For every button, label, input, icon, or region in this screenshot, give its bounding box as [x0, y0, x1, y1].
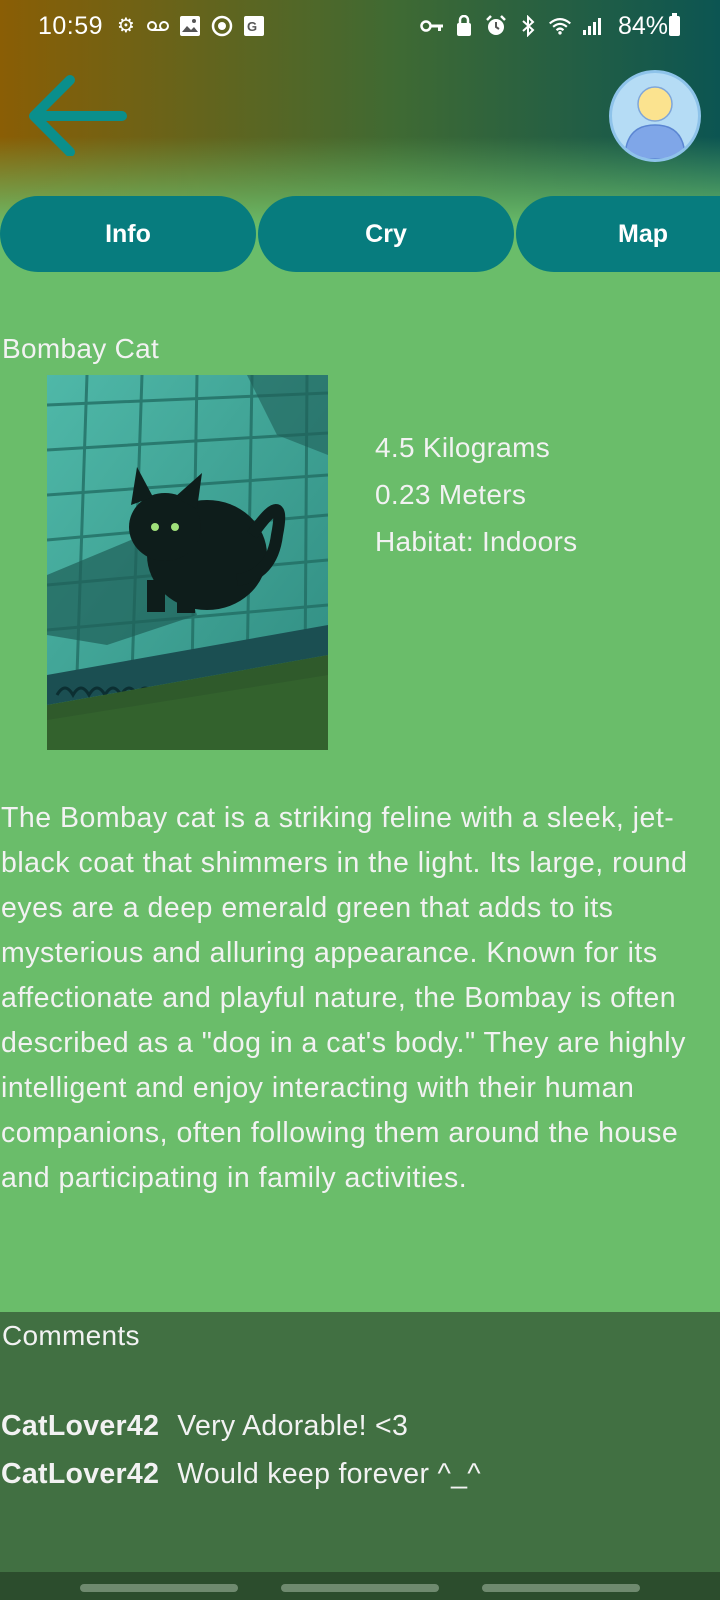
status-time: 10:59 [38, 12, 104, 40]
user-avatar-icon [624, 86, 686, 159]
vpn-key-icon [420, 14, 444, 38]
lock-icon [452, 14, 476, 38]
back-button[interactable] [24, 72, 128, 157]
arrow-left-icon [29, 75, 127, 157]
settings-icon: ⚙ [117, 15, 135, 37]
animal-weight: 4.5 Kilograms [375, 432, 551, 463]
wifi-icon [548, 14, 572, 38]
nav-gesture-handle[interactable] [482, 1584, 640, 1592]
user-avatar-button[interactable] [609, 70, 701, 162]
status-right-icons [420, 14, 604, 38]
animal-photo [47, 375, 328, 750]
app-icon [210, 14, 234, 38]
battery-percentage: 84% [617, 12, 668, 40]
navigation-bar [0, 1572, 720, 1600]
svg-text:G: G [247, 19, 257, 34]
animal-height: 0.23 Meters [375, 479, 527, 510]
comment-username[interactable]: CatLover42 [1, 1458, 159, 1490]
status-left-icons: ⚙ G [114, 14, 266, 38]
tab-info[interactable]: Info [0, 196, 256, 272]
animal-description: The Bombay cat is a striking feline with… [1, 802, 688, 1194]
comment-item: CatLover42 Very Adorable! <3 [1, 1410, 408, 1443]
voicemail-icon [146, 14, 170, 38]
nav-gesture-handle[interactable] [281, 1584, 439, 1592]
signal-icon [580, 14, 604, 38]
translate-icon: G [242, 14, 266, 38]
tab-cry[interactable]: Cry [258, 196, 514, 272]
comment-text: Very Adorable! <3 [177, 1410, 409, 1442]
animal-name: Bombay Cat [2, 333, 160, 364]
animal-habitat: Habitat: Indoors [375, 526, 578, 557]
status-bar: 10:59 ⚙ G 84% [0, 0, 720, 54]
animal-stats: 4.5 Kilograms 0.23 Meters Habitat: Indoo… [375, 424, 577, 565]
alarm-icon [484, 14, 508, 38]
comment-username[interactable]: CatLover42 [1, 1410, 159, 1442]
comment-item: CatLover42 Would keep forever ^_^ [1, 1458, 481, 1491]
nav-gesture-handle[interactable] [80, 1584, 238, 1592]
bluetooth-icon [516, 14, 540, 38]
comment-text: Would keep forever ^_^ [177, 1458, 481, 1490]
comments-title: Comments [2, 1320, 140, 1351]
tab-bar: Info Cry Map [0, 196, 720, 272]
image-icon [178, 14, 202, 38]
battery-icon [669, 13, 680, 36]
tab-map[interactable]: Map [516, 196, 720, 272]
